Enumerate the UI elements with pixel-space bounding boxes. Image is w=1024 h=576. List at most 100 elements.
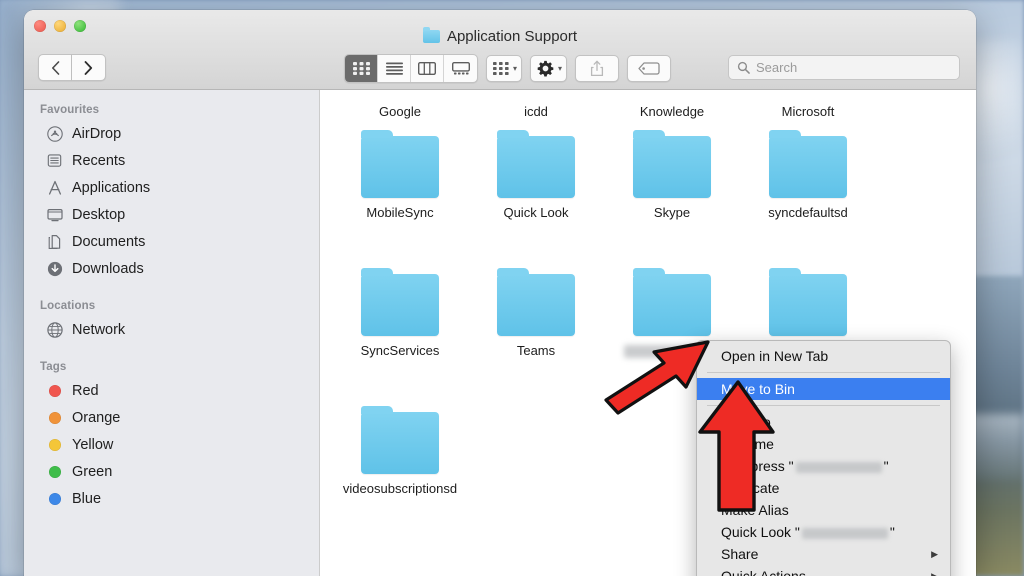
grid-small-icon: [493, 62, 509, 75]
sidebar-header-tags: Tags: [40, 361, 67, 373]
desktop-icon: [46, 206, 63, 223]
file-item[interactable]: Quick Look: [468, 120, 604, 258]
share-button[interactable]: [575, 55, 620, 82]
window-title: Application Support: [24, 27, 976, 45]
menu-item-label: Quick Actions: [721, 568, 806, 576]
tag-dot-icon: [46, 436, 63, 453]
menu-item-open-in-new-tab[interactable]: Open in New Tab: [697, 345, 950, 367]
back-button[interactable]: [38, 54, 72, 81]
search-icon: [737, 61, 750, 74]
chevron-left-icon: [51, 60, 59, 75]
sidebar-item-label: Green: [72, 463, 113, 480]
chevron-right-icon: [84, 60, 93, 75]
file-item[interactable]: Microsoft: [740, 90, 876, 120]
sidebar-item-label: AirDrop: [72, 125, 122, 142]
folder-icon: [361, 406, 439, 474]
submenu-arrow-icon: ▶: [931, 570, 938, 576]
sidebar-item-tag-red[interactable]: Red: [24, 377, 319, 404]
file-label: icdd: [524, 104, 548, 119]
sidebar-item-airdrop[interactable]: AirDrop: [24, 120, 319, 147]
tags-button[interactable]: [627, 55, 672, 82]
documents-icon: [46, 233, 63, 250]
action-menu-button[interactable]: ▾: [530, 55, 568, 82]
sidebar-header-favourites: Favourites: [40, 104, 100, 116]
file-item[interactable]: icdd: [468, 90, 604, 120]
window-title-text: Application Support: [446, 28, 578, 45]
file-label: Google: [379, 104, 421, 119]
column-view-button[interactable]: [411, 55, 444, 82]
sidebar-item-recents[interactable]: Recents: [24, 147, 319, 174]
menu-item-quick-look[interactable]: Quick Look " ": [697, 521, 950, 543]
sidebar-item-documents[interactable]: Documents: [24, 228, 319, 255]
folder-icon: [361, 130, 439, 198]
folder-icon: [497, 268, 575, 336]
file-label: Teams: [516, 343, 556, 358]
file-label: MobileSync: [366, 205, 434, 220]
chevron-down-icon: ▾: [558, 64, 563, 73]
airdrop-icon: [46, 125, 63, 142]
recents-icon: [46, 152, 63, 169]
file-label: SyncServices: [360, 343, 440, 358]
view-toolbar: ▾ ▾: [344, 54, 672, 83]
sidebar-item-tag-orange[interactable]: Orange: [24, 404, 319, 431]
sidebar-item-network[interactable]: Network: [24, 316, 319, 343]
share-icon: [590, 60, 604, 77]
search-placeholder: Search: [756, 60, 798, 75]
chevron-down-icon: ▾: [513, 64, 518, 73]
group-by-button[interactable]: ▾: [486, 55, 523, 82]
arrow-pointing-at-move-to-bin: [698, 380, 775, 512]
file-item[interactable]: syncdefaultsd: [740, 120, 876, 258]
menu-item-quick-actions[interactable]: Quick Actions ▶: [697, 565, 950, 576]
gallery-icon: [451, 62, 470, 75]
file-item[interactable]: MobileSync: [332, 120, 468, 258]
menu-item-share[interactable]: Share ▶: [697, 543, 950, 565]
search-field[interactable]: Search: [728, 55, 960, 80]
sidebar-item-label: Applications: [72, 179, 151, 196]
menu-item-label: Share: [721, 546, 759, 562]
file-label: Quick Look: [503, 205, 569, 220]
folder-icon: [769, 130, 847, 198]
file-grid-row: MobileSync Quick Look Skype syncdefaults…: [320, 120, 976, 258]
menu-item-label: Quick Look " ": [721, 524, 895, 540]
list-view-button[interactable]: [378, 55, 411, 82]
tag-dot-icon: [46, 490, 63, 507]
sidebar-item-tag-blue[interactable]: Blue: [24, 485, 319, 512]
gallery-view-button[interactable]: [444, 55, 477, 82]
sidebar-item-label: Yellow: [72, 436, 114, 453]
view-mode-segmented-control: [344, 54, 478, 83]
sidebar-item-label: Network: [72, 321, 126, 338]
tag-dot-icon: [46, 382, 63, 399]
file-item[interactable]: Google: [332, 90, 468, 120]
folder-icon: [633, 268, 711, 336]
window-titlebar: Application Support ▾ ▾ Search: [24, 10, 976, 90]
file-label: syncdefaultsd: [768, 205, 848, 220]
gear-icon: [537, 60, 554, 77]
file-grid-row: Google icdd Knowledge Microsoft: [320, 90, 976, 120]
sidebar-item-downloads[interactable]: Downloads: [24, 255, 319, 282]
folder-icon: [497, 130, 575, 198]
file-item[interactable]: Knowledge: [604, 90, 740, 120]
redacted-filename: [801, 527, 888, 539]
sidebar-item-applications[interactable]: Applications: [24, 174, 319, 201]
file-item[interactable]: Skype: [604, 120, 740, 258]
applications-icon: [46, 179, 63, 196]
columns-icon: [418, 62, 436, 75]
sidebar-item-tag-green[interactable]: Green: [24, 458, 319, 485]
forward-button[interactable]: [72, 54, 106, 81]
menu-item-label: Open in New Tab: [721, 348, 829, 364]
file-item[interactable]: SyncServices: [332, 258, 468, 396]
sidebar-item-desktop[interactable]: Desktop: [24, 201, 319, 228]
file-label: videosubscriptionsd: [342, 481, 458, 496]
folder-icon: [361, 268, 439, 336]
redacted-filename: [795, 461, 882, 473]
file-item[interactable]: videosubscriptionsd: [332, 396, 468, 534]
downloads-icon: [46, 260, 63, 277]
tag-dot-icon: [46, 463, 63, 480]
file-item[interactable]: Teams: [468, 258, 604, 396]
sidebar-item-tag-yellow[interactable]: Yellow: [24, 431, 319, 458]
folder-icon: [633, 130, 711, 198]
submenu-arrow-icon: ▶: [931, 548, 938, 559]
icon-view-button[interactable]: [345, 55, 378, 82]
